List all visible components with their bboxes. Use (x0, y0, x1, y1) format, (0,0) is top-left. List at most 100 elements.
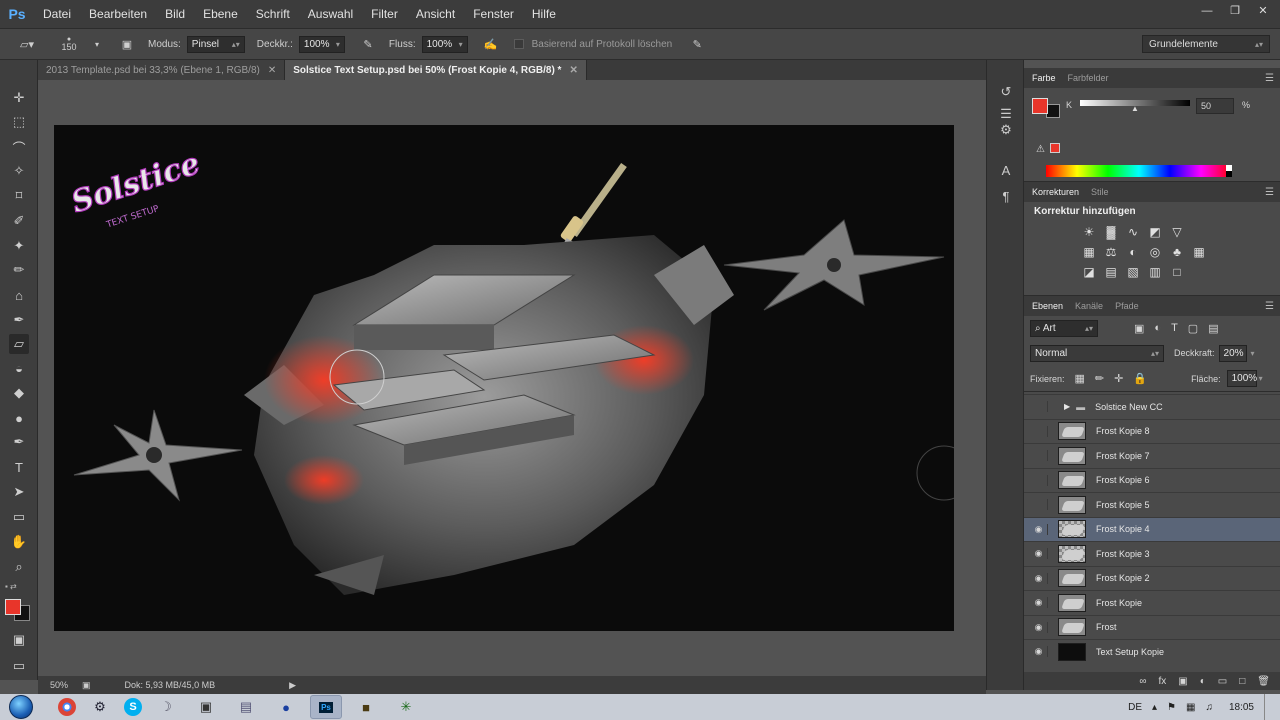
in-gamut-swatch[interactable] (1050, 143, 1060, 153)
exposure-icon[interactable]: ◩ (1147, 225, 1163, 239)
visibility-eye-icon[interactable]: ◉ (1030, 425, 1048, 437)
gamut-warning-icon[interactable]: ⚠ (1036, 144, 1045, 155)
doc-tab-solstice[interactable]: Solstice Text Setup.psd bei 50% (Frost K… (285, 60, 587, 80)
language-indicator[interactable]: DE (1128, 702, 1142, 713)
new-adjustment-icon[interactable]: ◐ (1200, 676, 1206, 687)
restore-icon[interactable]: ❐ (1226, 4, 1244, 18)
network-icon[interactable]: ▦ (1186, 702, 1195, 713)
fill-field[interactable]: 100% (1226, 370, 1257, 387)
erase-history-checkbox[interactable] (513, 39, 524, 49)
character-panel-icon[interactable]: A (996, 160, 1016, 180)
menu-ebene[interactable]: Ebene (194, 7, 247, 21)
start-button[interactable] (0, 694, 42, 720)
visibility-eye-icon[interactable]: ◉ (1030, 401, 1048, 413)
tab-stile[interactable]: Stile (1091, 187, 1109, 197)
history-brush-tool-icon[interactable]: ✒ (9, 310, 29, 330)
layer-row[interactable]: ◉ Frost Kopie (1024, 590, 1280, 615)
app-monitor-icon[interactable]: ▣ (190, 695, 222, 719)
doc-tab-template[interactable]: 2013 Template.psd bei 33,3% (Ebene 1, RG… (38, 60, 286, 80)
blur-tool-icon[interactable]: ◆ (9, 383, 29, 403)
history-panel-icon[interactable]: ↺ (996, 82, 1016, 102)
layer-row[interactable]: ◉ Frost Kopie 5 (1024, 492, 1280, 517)
pressure-size-icon[interactable]: ✎ (688, 35, 706, 53)
layer-row[interactable]: ◉ Frost Kopie 2 (1024, 565, 1280, 591)
show-desktop-button[interactable] (1264, 694, 1272, 720)
hue-saturation-icon[interactable]: ▦ (1081, 245, 1097, 259)
curves-icon[interactable]: ∿ (1125, 225, 1141, 239)
paragraph-panel-icon[interactable]: ¶ (996, 186, 1016, 206)
status-arrow-icon[interactable]: ▶ (289, 680, 296, 691)
pen-tool-icon[interactable]: ✒ (9, 432, 29, 452)
eraser-tool-preset-icon[interactable]: ▱▾ (18, 35, 36, 53)
blend-mode-select[interactable]: Normal ▴▾ (1030, 344, 1164, 362)
pressure-opacity-icon[interactable]: ✎ (359, 35, 377, 53)
skype-icon[interactable]: S (124, 698, 142, 716)
menu-hilfe[interactable]: Hilfe (523, 7, 565, 21)
panel-menu-icon[interactable]: ☰ (1265, 187, 1274, 198)
app-star-icon[interactable]: ✳ (390, 695, 422, 719)
photo-filter-icon[interactable]: ◎ (1147, 245, 1163, 259)
menu-auswahl[interactable]: Auswahl (299, 7, 362, 21)
type-tool-icon[interactable]: T (9, 457, 29, 477)
gradient-map-icon[interactable]: ▥ (1147, 265, 1163, 279)
workspace-select[interactable]: Grundelemente ▴▾ (1142, 35, 1270, 53)
menu-ansicht[interactable]: Ansicht (407, 7, 464, 21)
tab-korrekturen[interactable]: Korrekturen (1032, 187, 1079, 197)
panel-menu-icon[interactable]: ☰ (1265, 301, 1274, 312)
brightness-icon[interactable]: ☀ (1081, 225, 1097, 239)
chevron-down-icon[interactable]: ▾ (1251, 349, 1255, 358)
visibility-eye-icon[interactable]: ◉ (1030, 646, 1048, 658)
filter-type-icon[interactable]: T (1171, 322, 1178, 334)
filter-pixel-icon[interactable]: ▣ (1134, 322, 1144, 335)
black-white-icon[interactable]: ◐ (1125, 245, 1141, 259)
flag-icon[interactable]: ⚑ (1167, 702, 1176, 713)
photoshop-taskbar-icon[interactable]: Ps (310, 695, 342, 719)
app-folder-icon[interactable]: ▤ (230, 695, 262, 719)
tab-farbfelder[interactable]: Farbfelder (1068, 73, 1109, 83)
visibility-eye-icon[interactable]: ◉ (1030, 572, 1048, 584)
chevron-down-icon[interactable]: ▾ (1259, 374, 1263, 383)
expand-group-icon[interactable]: ▶ (1064, 402, 1070, 411)
color-ramp[interactable] (1046, 165, 1232, 177)
swap-colors-icon[interactable]: ▪ ⇄ (5, 582, 33, 594)
mode-select[interactable]: Pinsel ▴▾ (186, 35, 245, 53)
close-icon[interactable]: ✕ (569, 65, 577, 76)
layer-row[interactable]: ◉ ▶ ▬ Solstice New CC (1024, 394, 1280, 419)
move-tool-icon[interactable]: ✛ (9, 88, 29, 108)
visibility-eye-icon[interactable]: ◉ (1030, 523, 1048, 535)
hand-tool-icon[interactable]: ✋ (9, 532, 29, 552)
selective-color-icon[interactable]: □ (1169, 265, 1185, 279)
menu-bild[interactable]: Bild (156, 7, 194, 21)
menu-bearbeiten[interactable]: Bearbeiten (80, 7, 156, 21)
close-icon[interactable]: ✕ (1254, 4, 1272, 18)
brush-panel-icon[interactable]: ▣ (118, 35, 136, 53)
tab-ebenen[interactable]: Ebenen (1032, 301, 1063, 311)
quick-mask-icon[interactable]: ▣ (9, 630, 29, 650)
lock-transparency-icon[interactable]: ▦ (1075, 372, 1085, 385)
panel-menu-icon[interactable]: ☰ (1265, 73, 1274, 84)
layer-opacity-field[interactable]: 20% (1218, 344, 1247, 362)
healing-brush-tool-icon[interactable]: ✦ (9, 236, 29, 256)
layer-filter-select[interactable]: ⌕ Art ▴▾ (1030, 319, 1098, 337)
status-info-icon[interactable]: ▣ (82, 680, 91, 691)
layer-row[interactable]: ◉ Frost Kopie 3 (1024, 541, 1280, 566)
chrome-icon[interactable] (58, 698, 76, 716)
layer-row[interactable]: ◉ Frost (1024, 614, 1280, 640)
steam-icon[interactable]: ⚙ (84, 695, 116, 719)
visibility-eye-icon[interactable]: ◉ (1030, 597, 1048, 609)
screen-mode-icon[interactable]: ▭ (9, 656, 29, 676)
zoom-level[interactable]: 50% (50, 680, 68, 690)
layer-row[interactable]: ◉ Frost Kopie 6 (1024, 467, 1280, 493)
foreground-color-swatch[interactable] (5, 599, 21, 615)
clock[interactable]: 18:05 (1229, 702, 1254, 713)
layer-row[interactable]: ◉ Text Setup Kopie (1024, 639, 1280, 664)
shape-tool-icon[interactable]: ▭ (9, 507, 29, 527)
lock-all-icon[interactable]: 🔒 (1133, 372, 1147, 385)
color-lookup-icon[interactable]: ▦ (1191, 245, 1207, 259)
k-slider-handle-icon[interactable]: ▲ (1131, 104, 1139, 113)
tab-farbe[interactable]: Farbe (1032, 73, 1056, 83)
levels-icon[interactable]: ▓ (1103, 225, 1119, 239)
brush-preset-picker[interactable]: ● 150 (56, 35, 82, 53)
eyedropper-tool-icon[interactable]: ✐ (9, 211, 29, 231)
menu-datei[interactable]: Datei (34, 7, 80, 21)
